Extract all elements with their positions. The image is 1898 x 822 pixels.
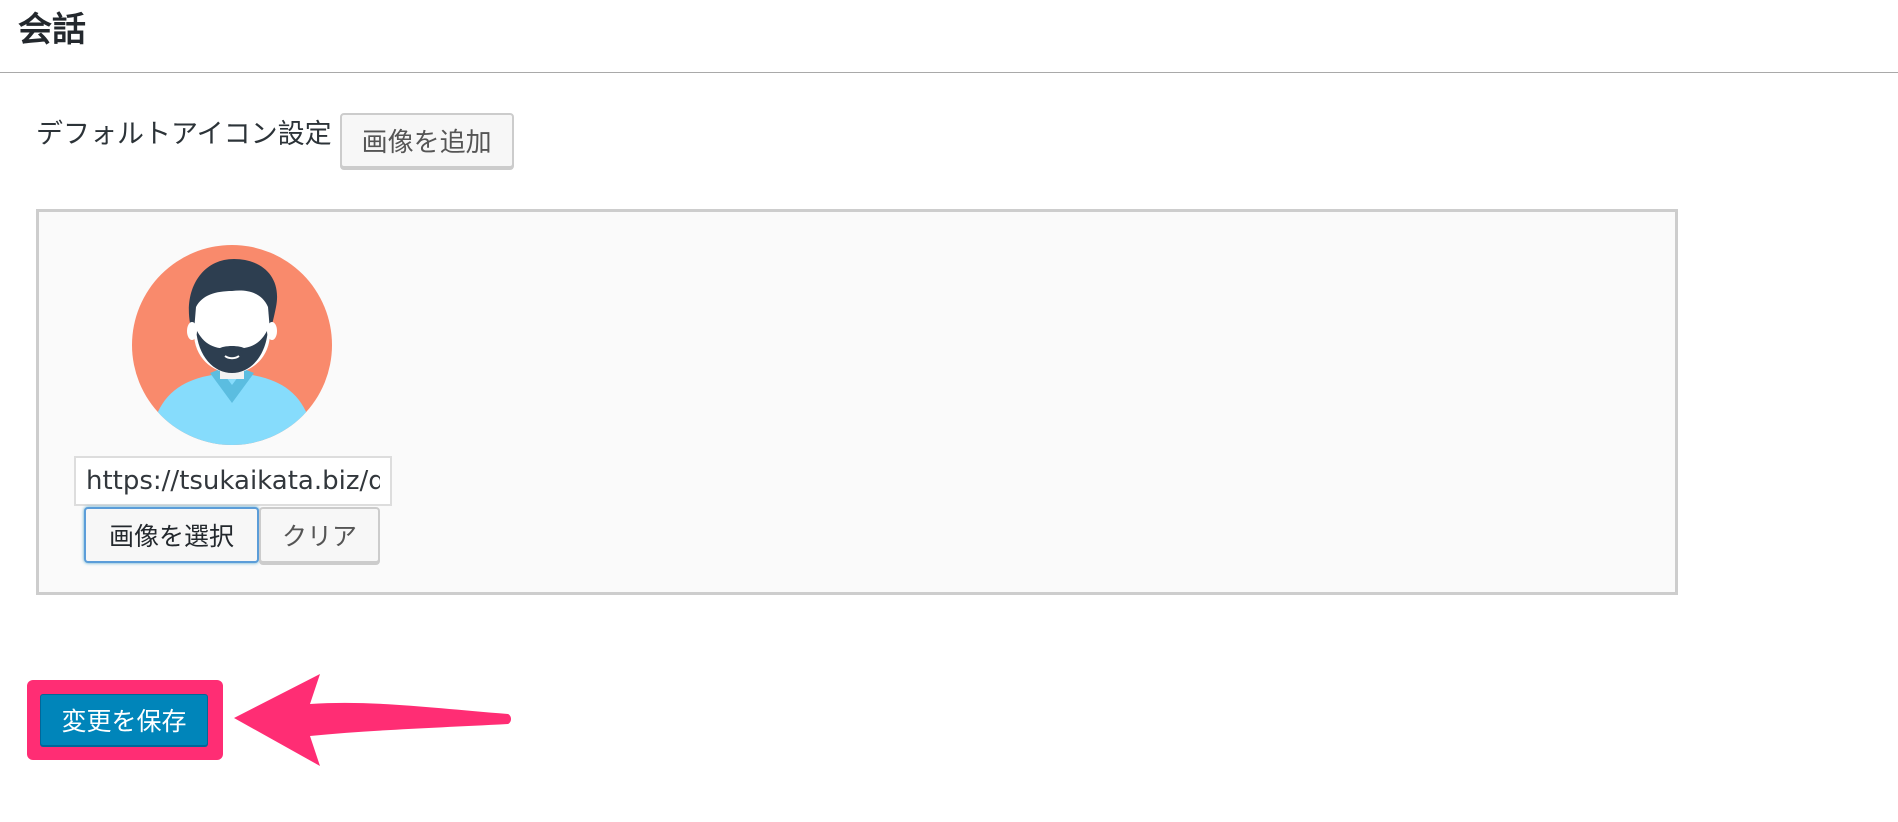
title-divider	[0, 72, 1898, 73]
icon-panel: 画像を選択 クリア	[36, 209, 1678, 595]
save-button-highlight: 変更を保存	[27, 680, 223, 760]
arrow-shape	[234, 674, 511, 766]
default-icon-label: デフォルトアイコン設定	[36, 119, 332, 150]
pointer-arrow-icon	[234, 674, 511, 766]
avatar-icon	[132, 245, 332, 445]
icon-url-input[interactable]	[74, 456, 392, 506]
default-icon-row: デフォルトアイコン設定 画像を追加	[36, 113, 514, 168]
avatar-ear-left	[187, 322, 197, 340]
settings-page: 会話 デフォルトアイコン設定 画像を追加 画像	[0, 0, 1898, 822]
page-title: 会話	[18, 10, 86, 50]
avatar-ear-right	[267, 322, 277, 340]
select-image-button[interactable]: 画像を選択	[84, 507, 259, 563]
clear-button[interactable]: クリア	[259, 507, 380, 563]
save-changes-button[interactable]: 変更を保存	[40, 694, 208, 746]
add-image-button[interactable]: 画像を追加	[339, 113, 514, 168]
